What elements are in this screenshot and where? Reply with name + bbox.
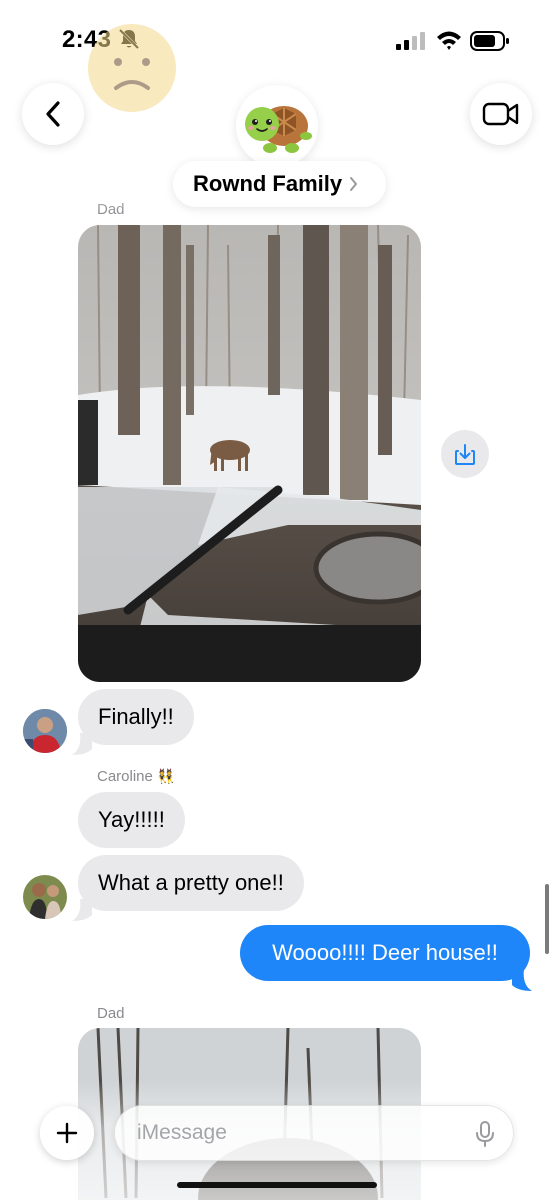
message-bubble-received[interactable]: Yay!!!!! [78,792,185,848]
message-text: Finally!! [98,704,174,729]
home-indicator[interactable] [177,1182,377,1188]
turtle-emoji-icon [245,106,312,153]
message-text: Woooo!!!! Deer house!! [272,940,498,965]
battery-icon [470,31,509,51]
sender-name-dad: Dad [97,1005,125,1022]
download-tray-icon [455,444,475,465]
sender-avatar[interactable] [23,709,67,753]
apps-plus-button[interactable] [40,1106,94,1160]
back-button[interactable] [22,83,84,145]
message-bubble-sent[interactable]: Woooo!!!! Deer house!! [240,925,530,981]
facetime-video-button[interactable] [470,83,532,145]
scrollbar[interactable] [545,884,549,954]
message-bubble-received[interactable]: Finally!! [78,689,194,745]
message-bubble-received[interactable]: What a pretty one!! [78,855,304,911]
group-name: Rownd Family [193,171,343,196]
chevron-right-icon [350,177,358,191]
message-input[interactable]: iMessage [114,1105,514,1161]
save-photo-button[interactable] [441,430,489,478]
group-avatar[interactable] [236,85,318,167]
avatar-photo-icon [23,875,67,919]
wifi-icon [437,31,461,50]
group-name-button[interactable]: Rownd Family [173,161,387,207]
avatar-photo-icon [23,709,67,753]
sad-face-emoji-icon [88,24,176,112]
photo-message-deer[interactable] [78,225,421,682]
plus-icon [56,1122,78,1144]
deer-photo-image [78,225,421,682]
sender-avatar[interactable] [23,875,67,919]
microphone-icon[interactable] [475,1120,495,1148]
message-text: What a pretty one!! [98,870,284,895]
sender-name-caroline: Caroline 👯 [97,768,175,785]
message-input-placeholder: iMessage [137,1121,227,1144]
status-bar: 2:43 [0,0,554,80]
message-text: Yay!!!!! [98,807,165,832]
video-camera-icon [482,102,519,126]
sender-emoji: 👯 [157,768,175,784]
cellular-signal-icon [396,32,425,50]
chevron-left-icon [46,101,60,127]
